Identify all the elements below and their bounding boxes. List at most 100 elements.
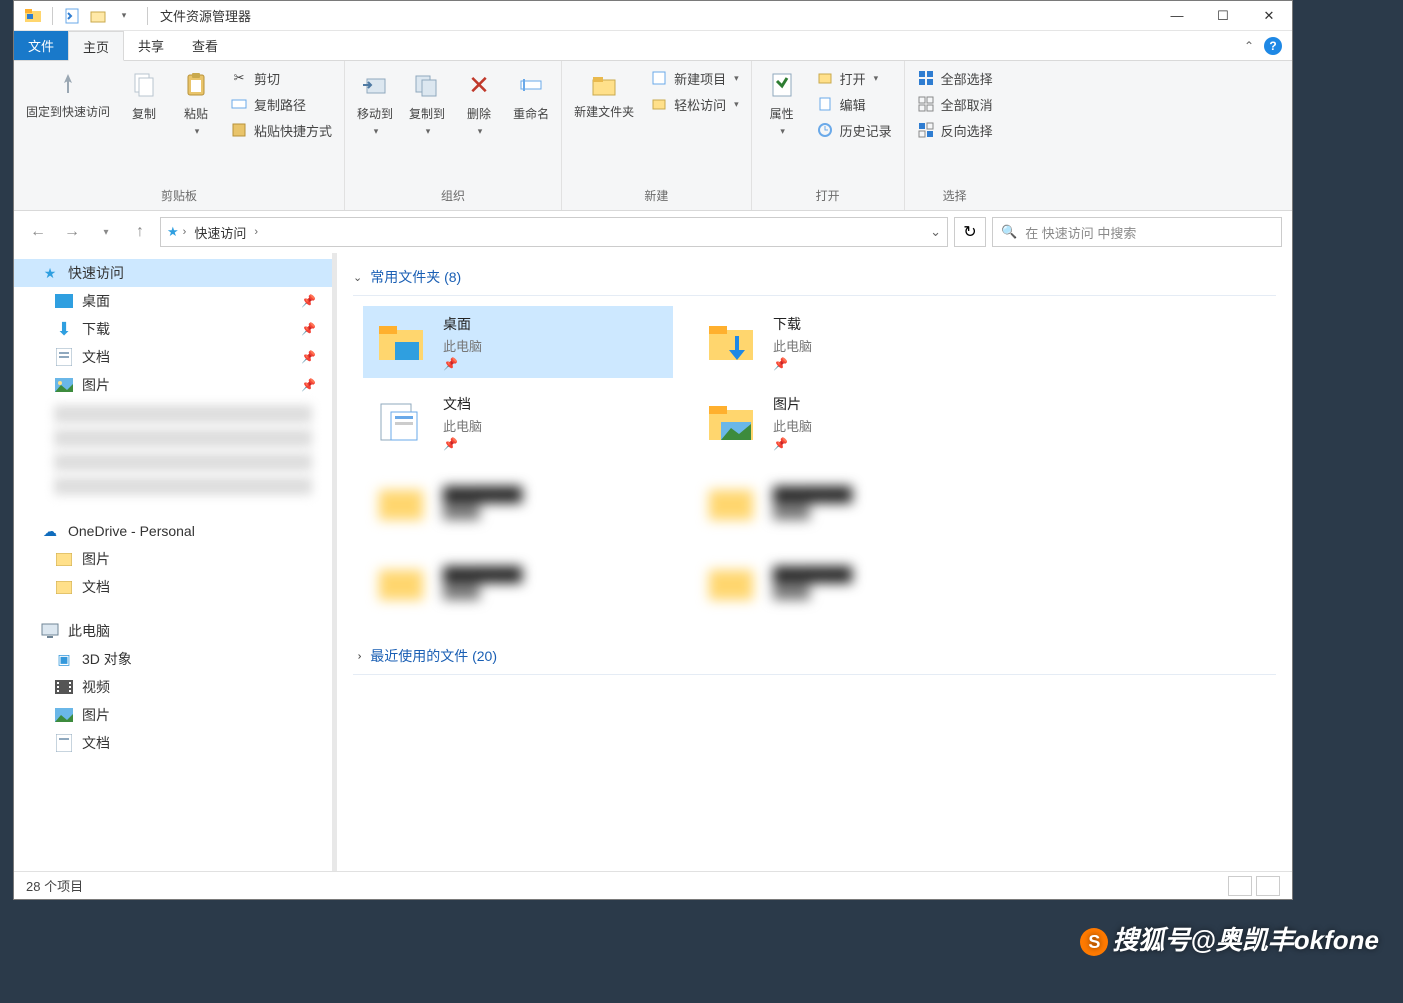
select-all-button[interactable]: 全部选择 [911,65,999,91]
nav-pane[interactable]: ★快速访问 桌面📌 ⬇下载📌 文档📌 图片📌 ☁OneDrive - Perso… [14,253,332,871]
item-redacted: ████████████ [693,466,1003,538]
sidebar-item-videos[interactable]: 视频 [14,673,332,701]
sidebar-item-od-documents[interactable]: 文档 [14,573,332,601]
close-button[interactable]: ✕ [1246,1,1292,31]
move-to-button[interactable]: 移动到▾ [351,65,399,141]
sidebar-item-onedrive[interactable]: ☁OneDrive - Personal [14,517,332,545]
address-dropdown-icon[interactable]: ⌄ [930,224,941,240]
sidebar-item-this-pc[interactable]: 此电脑 [14,617,332,645]
sidebar-item-redacted [54,453,312,471]
edit-button[interactable]: 编辑 [810,91,898,117]
group-label-clipboard: 剪贴板 [20,183,338,210]
pin-icon: 📌 [301,322,316,336]
minimize-button[interactable]: — [1154,1,1200,31]
delete-button[interactable]: ✕ 删除▾ [455,65,503,141]
status-item-count: 28 个项目 [26,876,83,895]
search-placeholder: 在 快速访问 中搜索 [1025,223,1136,242]
ribbon-group-open: 属性▾ 打开▾ 编辑 历史记录 打开 [752,61,905,210]
easy-access-button[interactable]: 轻松访问▾ [644,91,745,117]
qat-new-folder-icon[interactable] [87,5,109,27]
cut-button[interactable]: ✂剪切 [224,65,338,91]
item-redacted: ████████████ [363,466,673,538]
maximize-button[interactable]: ☐ [1200,1,1246,31]
nav-row: ← → ▾ ↑ ★ › 快速访问 › ⌄ ↻ 🔍 在 快速访问 中搜索 [14,211,1292,253]
sidebar-item-redacted [54,405,312,423]
up-button[interactable]: ↑ [126,218,154,246]
explorer-icon [22,5,44,27]
properties-button[interactable]: 属性▾ [758,65,806,141]
tab-view[interactable]: 查看 [178,31,232,60]
sidebar-item-3d-objects[interactable]: ▣3D 对象 [14,645,332,673]
quick-access-star-icon: ★ [167,224,179,240]
group-label-open: 打开 [758,183,898,210]
rename-button[interactable]: 重命名 [507,65,555,126]
sidebar-item-documents[interactable]: 文档📌 [14,343,332,371]
sidebar-item-pc-documents[interactable]: 文档 [14,729,332,757]
help-icon[interactable]: ? [1264,37,1282,55]
search-box[interactable]: 🔍 在 快速访问 中搜索 [992,217,1282,247]
explorer-window: ▾ 文件资源管理器 — ☐ ✕ 文件 主页 共享 查看 ⌃ ? 固定到快速访问 [13,0,1293,900]
ribbon-group-select: 全部选择 全部取消 反向选择 选择 [905,61,1005,210]
content-pane[interactable]: ⌄ 常用文件夹 (8) 桌面此电脑📌 下载此电脑📌 文档此电脑📌 [337,253,1292,871]
tab-home[interactable]: 主页 [68,31,124,61]
tab-share[interactable]: 共享 [124,31,178,60]
item-redacted: ████████████ [363,546,673,618]
item-redacted: ████████████ [693,546,1003,618]
item-downloads[interactable]: 下载此电脑📌 [693,306,1003,378]
ribbon-group-new: 新建文件夹 新建项目▾ 轻松访问▾ 新建 [562,61,752,210]
item-desktop[interactable]: 桌面此电脑📌 [363,306,673,378]
titlebar: ▾ 文件资源管理器 — ☐ ✕ [14,1,1292,31]
view-large-icons-button[interactable] [1256,876,1280,896]
new-folder-button[interactable]: 新建文件夹 [568,65,640,125]
ribbon-group-organize: 移动到▾ 复制到▾ ✕ 删除▾ 重命名 组织 [345,61,562,210]
pin-icon: 📌 [301,350,316,364]
chevron-down-icon: ⌄ [353,271,362,284]
pin-icon: 📌 [301,378,316,392]
watermark: S搜狐号@奥凯丰okfone [1080,920,1379,957]
group-header-frequent[interactable]: ⌄ 常用文件夹 (8) [353,263,1276,296]
ribbon-group-clipboard: 固定到快速访问 复制 粘贴▾ ✂剪切 复制路径 粘贴快捷方式 剪贴板 [14,61,345,210]
item-documents[interactable]: 文档此电脑📌 [363,386,673,458]
sidebar-item-desktop[interactable]: 桌面📌 [14,287,332,315]
copy-to-button[interactable]: 复制到▾ [403,65,451,141]
ribbon: 固定到快速访问 复制 粘贴▾ ✂剪切 复制路径 粘贴快捷方式 剪贴板 [14,61,1292,211]
qat-properties-icon[interactable] [61,5,83,27]
ribbon-tabs: 文件 主页 共享 查看 ⌃ ? [14,31,1292,61]
group-label-organize: 组织 [351,183,555,210]
sidebar-item-downloads[interactable]: ⬇下载📌 [14,315,332,343]
sidebar-item-redacted [54,477,312,495]
recent-locations-button[interactable]: ▾ [92,218,120,246]
pin-quick-access-button[interactable]: 固定到快速访问 [20,65,116,125]
chevron-right-icon: ⌄ [351,651,364,660]
view-details-button[interactable] [1228,876,1252,896]
sidebar-item-quick-access[interactable]: ★快速访问 [14,259,332,287]
group-label-select: 选择 [911,183,999,210]
sidebar-item-pictures[interactable]: 图片📌 [14,371,332,399]
group-header-recent[interactable]: ⌄ 最近使用的文件 (20) [353,642,1276,675]
breadcrumb-quick-access[interactable]: 快速访问 [190,223,250,242]
forward-button[interactable]: → [58,218,86,246]
refresh-button[interactable]: ↻ [954,217,986,247]
new-item-button[interactable]: 新建项目▾ [644,65,745,91]
sohu-logo-icon: S [1080,928,1108,956]
open-button[interactable]: 打开▾ [810,65,898,91]
sidebar-item-pc-pictures[interactable]: 图片 [14,701,332,729]
paste-shortcut-button[interactable]: 粘贴快捷方式 [224,117,338,143]
ribbon-collapse-icon[interactable]: ⌃ [1244,39,1254,53]
back-button[interactable]: ← [24,218,52,246]
copy-button[interactable]: 复制 [120,65,168,126]
status-bar: 28 个项目 [14,871,1292,899]
select-none-button[interactable]: 全部取消 [911,91,999,117]
pin-icon: 📌 [301,294,316,308]
qat-dropdown-icon[interactable]: ▾ [113,5,135,27]
copy-path-button[interactable]: 复制路径 [224,91,338,117]
invert-selection-button[interactable]: 反向选择 [911,117,999,143]
window-title: 文件资源管理器 [152,6,251,25]
paste-button[interactable]: 粘贴▾ [172,65,220,141]
address-bar[interactable]: ★ › 快速访问 › ⌄ [160,217,948,247]
history-button[interactable]: 历史记录 [810,117,898,143]
item-pictures[interactable]: 图片此电脑📌 [693,386,1003,458]
group-label-new: 新建 [568,183,745,210]
tab-file[interactable]: 文件 [14,31,68,60]
sidebar-item-od-pictures[interactable]: 图片 [14,545,332,573]
